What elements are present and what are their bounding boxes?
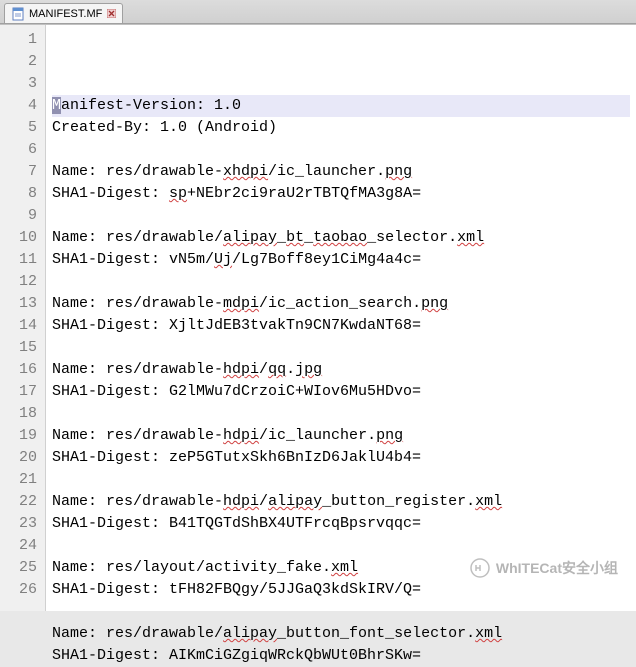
code-line	[52, 535, 630, 557]
code-line	[52, 601, 630, 623]
line-number: 26	[4, 579, 37, 601]
code-line	[52, 139, 630, 161]
close-icon[interactable]	[106, 9, 116, 19]
code-line: Name: res/drawable-hdpi/qq.jpg	[52, 359, 630, 381]
editor-area: 1234567891011121314151617181920212223242…	[0, 24, 636, 611]
line-number: 17	[4, 381, 37, 403]
line-number: 4	[4, 95, 37, 117]
line-number: 20	[4, 447, 37, 469]
line-number: 2	[4, 51, 37, 73]
code-line: Name: res/drawable-hdpi/ic_launcher.png	[52, 425, 630, 447]
tab-filename: MANIFEST.MF	[29, 8, 102, 20]
code-content[interactable]: WhITECat安全小组 Manifest-Version: 1.0Create…	[46, 25, 636, 611]
file-tab[interactable]: MANIFEST.MF	[4, 3, 123, 23]
line-number: 21	[4, 469, 37, 491]
code-line: Created-By: 1.0 (Android)	[52, 117, 630, 139]
line-number: 8	[4, 183, 37, 205]
code-line: SHA1-Digest: tFH82FBQgy/5JJGaQ3kdSkIRV/Q…	[52, 579, 630, 601]
line-number: 12	[4, 271, 37, 293]
code-line: Name: res/drawable-xhdpi/ic_launcher.png	[52, 161, 630, 183]
code-line: Name: res/drawable/alipay_bt_taobao_sele…	[52, 227, 630, 249]
line-number: 6	[4, 139, 37, 161]
code-line: Manifest-Version: 1.0	[52, 95, 630, 117]
line-number: 23	[4, 513, 37, 535]
code-line	[52, 205, 630, 227]
code-line: SHA1-Digest: zeP5GTutxSkh6BnIzD6JaklU4b4…	[52, 447, 630, 469]
line-number: 1	[4, 29, 37, 51]
line-number: 9	[4, 205, 37, 227]
line-number: 11	[4, 249, 37, 271]
code-line	[52, 337, 630, 359]
line-number: 10	[4, 227, 37, 249]
line-number: 24	[4, 535, 37, 557]
line-number: 5	[4, 117, 37, 139]
code-line: SHA1-Digest: AIKmCiGZgiqWRckQbWUt0BhrSKw…	[52, 645, 630, 667]
line-number: 3	[4, 73, 37, 95]
line-number: 19	[4, 425, 37, 447]
line-number: 7	[4, 161, 37, 183]
code-line: SHA1-Digest: G2lMWu7dCrzoiC+WIov6Mu5HDvo…	[52, 381, 630, 403]
line-number: 15	[4, 337, 37, 359]
line-number: 22	[4, 491, 37, 513]
code-line: SHA1-Digest: vN5m/Uj/Lg7Boff8ey1CiMg4a4c…	[52, 249, 630, 271]
code-line: SHA1-Digest: XjltJdEB3tvakTn9CN7KwdaNT68…	[52, 315, 630, 337]
file-icon	[11, 7, 25, 21]
line-number: 13	[4, 293, 37, 315]
line-number: 18	[4, 403, 37, 425]
code-line	[52, 469, 630, 491]
code-line: Name: res/drawable-hdpi/alipay_button_re…	[52, 491, 630, 513]
code-line: Name: res/drawable-mdpi/ic_action_search…	[52, 293, 630, 315]
code-line	[52, 403, 630, 425]
code-line: Name: res/layout/activity_fake.xml	[52, 557, 630, 579]
code-line: SHA1-Digest: sp+NEbr2ci9raU2rTBTQfMA3g8A…	[52, 183, 630, 205]
line-number-gutter: 1234567891011121314151617181920212223242…	[0, 25, 46, 611]
tab-bar: MANIFEST.MF	[0, 0, 636, 24]
code-line: SHA1-Digest: B41TQGTdShBX4UTFrcqBpsrvqqc…	[52, 513, 630, 535]
code-line	[52, 271, 630, 293]
line-number: 25	[4, 557, 37, 579]
line-number: 14	[4, 315, 37, 337]
code-line: Name: res/drawable/alipay_button_font_se…	[52, 623, 630, 645]
line-number: 16	[4, 359, 37, 381]
